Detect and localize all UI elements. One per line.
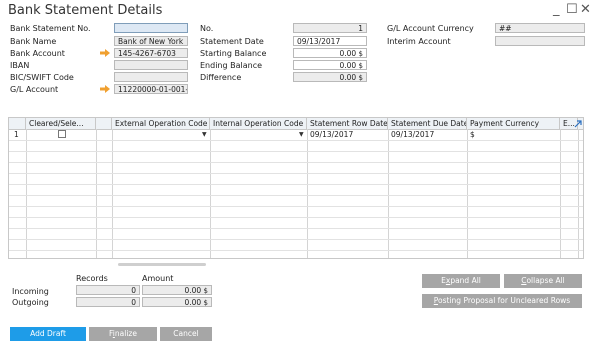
column-header-statement-row-date[interactable]: Statement Row Date [307, 118, 388, 129]
outgoing-label: Outgoing [12, 298, 49, 307]
interim-account-label: Interim Account [387, 37, 451, 46]
iban-field[interactable] [114, 60, 188, 70]
dropdown-arrow-icon[interactable]: ▼ [299, 131, 304, 138]
minimize-icon[interactable]: _ [553, 2, 560, 17]
interim-account-field[interactable] [495, 36, 585, 46]
statement-date-label: Statement Date [200, 37, 264, 46]
dropdown-arrow-icon[interactable]: ▼ [202, 131, 207, 138]
ending-balance-label: Ending Balance [200, 61, 263, 70]
bank-statement-no-label: Bank Statement No. [10, 24, 91, 33]
horizontal-scrollbar[interactable] [118, 263, 206, 266]
window-title: Bank Statement Details [8, 3, 163, 18]
iban-label: IBAN [10, 61, 30, 70]
currency-symbol: $ [203, 287, 208, 295]
gl-account-currency-field[interactable]: ## [495, 23, 585, 33]
bank-statement-no-field[interactable] [114, 23, 188, 33]
bank-account-label: Bank Account [10, 49, 65, 58]
add-draft-button[interactable]: Add Draft [10, 327, 86, 341]
outgoing-amount-field[interactable]: 0.00 $ [142, 297, 212, 307]
gl-account-label: G/L Account [10, 85, 59, 94]
no-field[interactable]: 1 [293, 23, 367, 33]
bic-swift-field[interactable] [114, 72, 188, 82]
expand-all-button[interactable]: Expand All [422, 274, 500, 288]
difference-field[interactable]: 0.00 $ [293, 72, 367, 82]
column-header-external-operation-code[interactable]: External Operation Code [112, 118, 210, 129]
statement-date-field[interactable]: 09/13/2017 [293, 36, 367, 46]
difference-label: Difference [200, 73, 242, 82]
column-header-statement-due-date[interactable]: Statement Due Date [388, 118, 467, 129]
amount-header: Amount [142, 274, 174, 283]
cleared-checkbox[interactable] [58, 130, 66, 138]
gl-account-field[interactable]: 11220000-01-001-01 [114, 84, 188, 94]
bank-account-field[interactable]: 145-4267-6703 [114, 48, 188, 58]
link-arrow-icon[interactable] [100, 85, 110, 93]
finalize-button[interactable]: Finalize [89, 327, 157, 341]
row-number: 1 [14, 130, 19, 139]
statement-row-date-cell[interactable]: 09/13/2017 [310, 130, 353, 140]
incoming-amount-field[interactable]: 0.00 $ [142, 285, 212, 295]
ending-balance-field[interactable]: 0.00 $ [293, 60, 367, 70]
column-header-payment-currency[interactable]: Payment Currency [467, 118, 560, 129]
bank-name-field[interactable]: Bank of New York [114, 36, 188, 46]
incoming-records-field[interactable]: 0 [76, 285, 140, 295]
bic-swift-label: BIC/SWIFT Code [10, 73, 74, 82]
payment-currency-cell[interactable]: $ [470, 130, 475, 140]
column-header-blank[interactable] [96, 118, 112, 129]
maximize-icon[interactable]: ☐ [566, 2, 578, 17]
currency-symbol: $ [203, 299, 208, 307]
column-header-internal-operation-code[interactable]: Internal Operation Code [210, 118, 307, 129]
starting-balance-label: Starting Balance [200, 49, 267, 58]
link-arrow-icon[interactable] [100, 49, 110, 57]
currency-symbol: $ [358, 74, 363, 82]
incoming-label: Incoming [12, 287, 49, 296]
cancel-button[interactable]: Cancel [160, 327, 212, 341]
outgoing-records-field[interactable]: 0 [76, 297, 140, 307]
bank-name-label: Bank Name [10, 37, 57, 46]
column-header-cleared[interactable]: Cleared/Sele... [26, 118, 96, 129]
starting-balance-field[interactable]: 0.00 $ [293, 48, 367, 58]
statement-due-date-cell[interactable]: 09/13/2017 [391, 130, 434, 140]
currency-symbol: $ [358, 62, 363, 70]
close-icon[interactable]: ✕ [580, 2, 591, 17]
no-label: No. [200, 24, 214, 33]
records-header: Records [76, 274, 108, 283]
posting-proposal-button[interactable]: Posting Proposal for Uncleared Rows [422, 294, 582, 308]
currency-symbol: $ [358, 50, 363, 58]
expand-table-icon[interactable] [574, 119, 583, 128]
row-number-header [9, 118, 26, 129]
collapse-all-button[interactable]: Collapse All [504, 274, 582, 288]
gl-account-currency-label: G/L Account Currency [387, 24, 474, 33]
bank-statement-rows-table[interactable]: Cleared/Sele... External Operation Code … [8, 117, 584, 259]
